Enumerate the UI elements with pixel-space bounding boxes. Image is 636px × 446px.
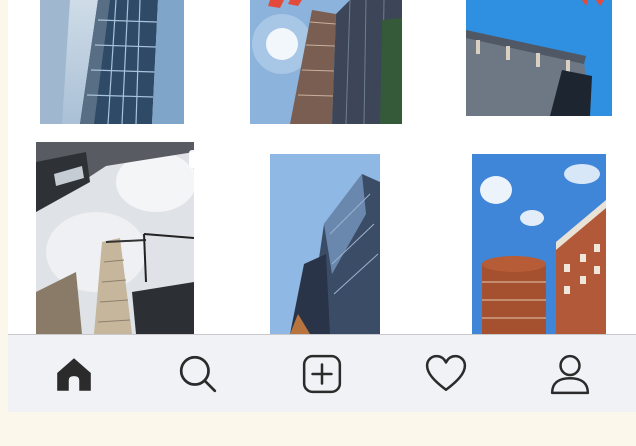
tab-create[interactable] [292,344,352,404]
photo-thumbnail-3[interactable] [466,0,612,116]
tab-activity[interactable] [416,344,476,404]
tab-profile[interactable] [540,344,600,404]
photo-thumbnail-1[interactable] [40,0,184,124]
home-icon [57,357,91,391]
plus-square-icon [302,354,342,393]
photo-thumbnail-5[interactable] [270,154,380,334]
photo-grid [8,0,636,334]
tab-search[interactable] [168,344,228,404]
photo-thumbnail-2[interactable] [250,0,402,124]
photo-thumbnail-4[interactable] [36,142,194,334]
tab-home[interactable] [44,344,104,404]
photo-thumbnail-6[interactable] [472,154,606,334]
search-icon [179,355,217,392]
bottom-tab-bar [8,334,636,412]
person-icon [550,354,590,394]
app-screen [8,0,636,412]
heart-icon [425,354,467,391]
